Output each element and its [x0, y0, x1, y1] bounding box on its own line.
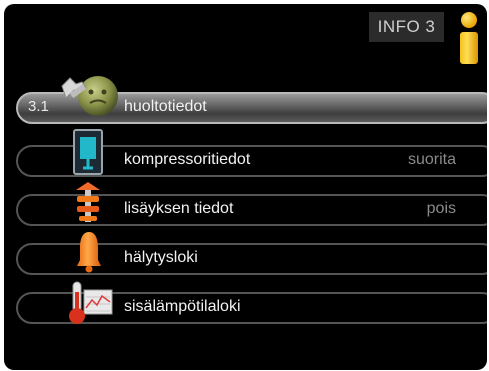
alarm-bell-icon — [77, 232, 101, 273]
menu-id-label: INFO 3 — [369, 12, 444, 42]
menu-item-label: huoltotiedot — [124, 98, 207, 115]
menu-item-value: pois — [426, 200, 456, 217]
thermometer-chart-icon — [69, 281, 113, 324]
menu-item-number: 3.1 — [28, 98, 49, 115]
compressor-icon — [73, 129, 103, 175]
menu-item-label: lisäyksen tiedot — [124, 200, 234, 217]
service-tools-icon — [61, 76, 118, 116]
menu-item-label: sisälämpötilaloki — [124, 298, 241, 315]
additional-heat-icon — [76, 182, 100, 222]
info-icon — [456, 12, 482, 64]
menu-item-label: hälytysloki — [124, 249, 198, 266]
display-screen: INFO 3 3.1 huoltotiedot kompressoritiedo… — [4, 4, 487, 370]
menu-item-label: kompressoritiedot — [124, 151, 251, 168]
menu-item-value: suorita — [407, 151, 456, 168]
